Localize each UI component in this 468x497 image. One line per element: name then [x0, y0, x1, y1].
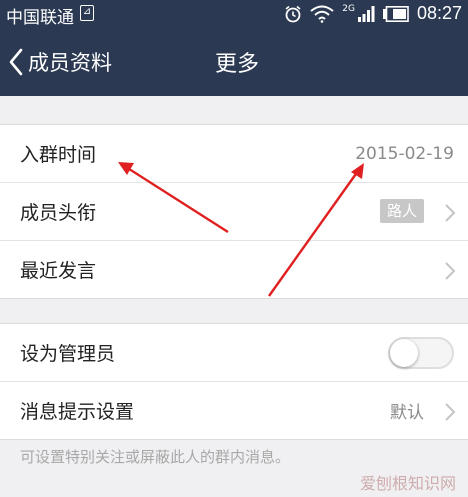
network-type: 2G [342, 3, 355, 14]
chevron-right-icon [445, 403, 456, 421]
back-button[interactable]: 成员资料 [8, 46, 112, 78]
set-admin-toggle[interactable] [388, 337, 454, 369]
chevron-right-icon [445, 204, 456, 222]
wifi-icon [310, 5, 334, 23]
chevron-right-icon [445, 262, 456, 280]
row-join-time: 入群时间 2015-02-19 [0, 125, 468, 183]
carrier-name: 中国联通 [6, 8, 74, 28]
settings-group: 设为管理员 消息提示设置 默认 [0, 323, 468, 440]
join-time-value: 2015-02-19 [355, 143, 454, 164]
status-indicators: 2G 08:27 [284, 3, 462, 24]
hint-text: 可设置特别关注或屏蔽此人的群内消息。 [20, 448, 291, 466]
page-title: 更多 [214, 52, 259, 77]
sim-card-icon: ⊿ [80, 5, 94, 21]
battery-icon [382, 5, 409, 22]
member-title-tag: 路人 [379, 199, 424, 223]
set-admin-label: 设为管理员 [20, 343, 116, 365]
notification-settings-value: 默认 [390, 403, 424, 423]
row-member-title[interactable]: 成员头衔 路人 [0, 183, 468, 241]
chevron-left-icon [9, 48, 23, 76]
signal-icon [357, 5, 375, 22]
member-info-group: 入群时间 2015-02-19 成员头衔 路人 最近发言 [0, 124, 468, 299]
join-time-label: 入群时间 [20, 144, 97, 166]
toggle-knob [390, 339, 418, 367]
row-recent-messages[interactable]: 最近发言 [0, 241, 468, 298]
watermark: 爱刨根知识网 [359, 474, 456, 493]
row-set-admin: 设为管理员 [0, 324, 468, 382]
alarm-icon [285, 5, 301, 22]
status-bar: 中国联通 ⊿ 2G 08:27 [0, 0, 468, 28]
nav-bar: 成员资料 更多 [0, 28, 468, 96]
member-title-label: 成员头衔 [20, 202, 97, 224]
row-notification-settings[interactable]: 消息提示设置 默认 [0, 382, 468, 439]
back-button-label: 成员资料 [28, 51, 112, 75]
recent-messages-label: 最近发言 [20, 260, 97, 282]
status-time: 08:27 [416, 3, 462, 23]
notification-settings-label: 消息提示设置 [20, 401, 135, 423]
